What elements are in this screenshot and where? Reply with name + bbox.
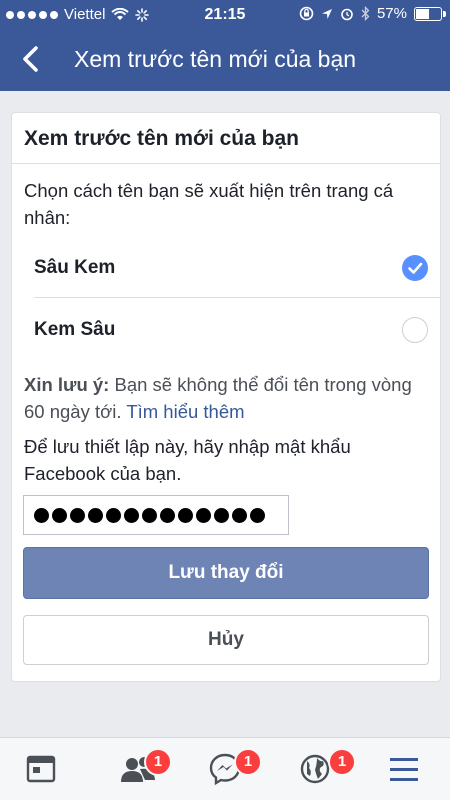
tab-friend-requests[interactable]: 1 [98, 738, 178, 800]
tab-news-feed[interactable] [2, 738, 82, 800]
tab-notifications[interactable]: 1 [276, 738, 356, 800]
tab-menu[interactable] [364, 738, 444, 800]
name-display-prompt: Chọn cách tên bạn sẽ xuất hiện trên tran… [24, 180, 394, 228]
password-dot [160, 507, 175, 523]
tab-bar: 1 1 1 [0, 737, 450, 800]
password-dot [196, 507, 211, 523]
password-dot [88, 507, 103, 523]
name-option-label: Sâu Kem [34, 257, 116, 278]
alarm-icon [341, 8, 353, 20]
password-dot [34, 507, 49, 523]
password-prompt: Để lưu thiết lập này, hãy nhập mật khẩu … [24, 436, 351, 484]
password-dot [106, 507, 121, 523]
battery-icon [414, 6, 446, 21]
name-option-label: Kem Sâu [34, 319, 116, 340]
name-change-notice: Xin lưu ý: Bạn sẽ không thể đổi tên tron… [24, 371, 424, 425]
learn-more-link[interactable]: Tìm hiểu thêm [126, 401, 244, 422]
password-field[interactable] [23, 495, 289, 535]
battery-percent: 57% [376, 5, 407, 22]
checkmark-icon[interactable] [402, 255, 428, 281]
name-preview-card: Xem trước tên mới của bạn Chọn cách tên … [11, 112, 441, 682]
menu-icon [390, 758, 418, 781]
password-dot [142, 507, 157, 523]
password-dot [250, 507, 265, 523]
messenger-badge: 1 [234, 748, 262, 776]
chevron-left-icon [23, 46, 38, 72]
news-feed-icon [26, 755, 56, 783]
password-dot [232, 507, 247, 523]
back-button[interactable] [14, 42, 50, 78]
nav-bar: Xem trước tên mới của bạn [0, 32, 450, 88]
header: Viettel 21:15 57% Xem trước tên mới của … [0, 0, 450, 91]
bluetooth-icon [361, 6, 370, 21]
friend-requests-badge: 1 [144, 748, 172, 776]
rotation-lock-icon [299, 6, 314, 21]
tab-messenger[interactable]: 1 [186, 738, 266, 800]
card-title: Xem trước tên mới của bạn [24, 127, 299, 150]
password-dot [124, 507, 139, 523]
notifications-globe-icon [300, 754, 330, 784]
notice-bold-label: Xin lưu ý: [24, 374, 110, 395]
cancel-button[interactable]: Hủy [23, 615, 429, 665]
page-title: Xem trước tên mới của bạn [74, 46, 357, 72]
password-dot [52, 507, 67, 523]
notifications-badge: 1 [328, 748, 356, 776]
divider [34, 297, 440, 298]
password-dot [214, 507, 229, 523]
password-dot [70, 507, 85, 523]
save-changes-button[interactable]: Lưu thay đổi [23, 547, 429, 599]
name-option-kem-sau[interactable]: Kem Sâu [12, 301, 440, 361]
divider [12, 163, 440, 164]
name-option-sau-kem[interactable]: Sâu Kem [12, 239, 440, 299]
location-icon [321, 8, 332, 19]
password-dot [178, 507, 193, 523]
radio-empty-icon[interactable] [402, 317, 428, 343]
status-bar: Viettel 21:15 57% [0, 0, 450, 30]
